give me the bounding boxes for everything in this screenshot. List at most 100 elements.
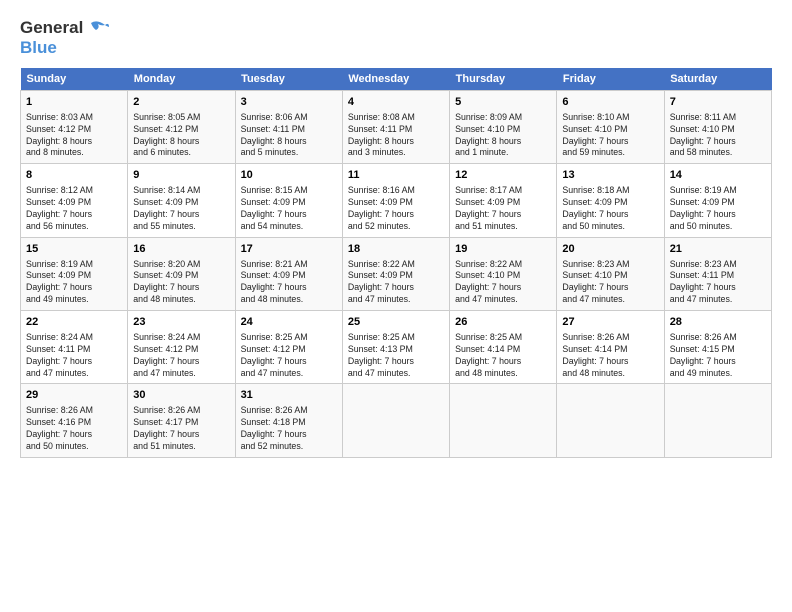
day-number: 12 <box>455 168 551 183</box>
day-number: 31 <box>241 388 337 403</box>
calendar-cell <box>557 384 664 457</box>
day-info: Sunrise: 8:09 AM Sunset: 4:10 PM Dayligh… <box>455 112 551 160</box>
day-number: 22 <box>26 315 122 330</box>
day-info: Sunrise: 8:11 AM Sunset: 4:10 PM Dayligh… <box>670 112 766 160</box>
calendar-week-row: 22 Sunrise: 8:24 AM Sunset: 4:11 PM Dayli… <box>21 311 772 384</box>
day-number: 30 <box>133 388 229 403</box>
weekday-header-wednesday: Wednesday <box>342 68 449 91</box>
logo-blue: Blue <box>20 38 57 57</box>
day-info: Sunrise: 8:21 AM Sunset: 4:09 PM Dayligh… <box>241 259 337 307</box>
day-number: 13 <box>562 168 658 183</box>
logo-bird-icon <box>87 19 109 37</box>
calendar-cell: 16 Sunrise: 8:20 AM Sunset: 4:09 PM Dayli… <box>128 237 235 310</box>
day-number: 2 <box>133 95 229 110</box>
day-number: 29 <box>26 388 122 403</box>
calendar-cell: 17 Sunrise: 8:21 AM Sunset: 4:09 PM Dayli… <box>235 237 342 310</box>
day-number: 20 <box>562 242 658 257</box>
day-info: Sunrise: 8:23 AM Sunset: 4:11 PM Dayligh… <box>670 259 766 307</box>
day-info: Sunrise: 8:20 AM Sunset: 4:09 PM Dayligh… <box>133 259 229 307</box>
day-info: Sunrise: 8:23 AM Sunset: 4:10 PM Dayligh… <box>562 259 658 307</box>
calendar-cell: 6 Sunrise: 8:10 AM Sunset: 4:10 PM Daylig… <box>557 91 664 164</box>
day-info: Sunrise: 8:25 AM Sunset: 4:12 PM Dayligh… <box>241 332 337 380</box>
day-number: 27 <box>562 315 658 330</box>
day-number: 28 <box>670 315 766 330</box>
day-info: Sunrise: 8:26 AM Sunset: 4:18 PM Dayligh… <box>241 405 337 453</box>
calendar-cell <box>342 384 449 457</box>
calendar-cell: 22 Sunrise: 8:24 AM Sunset: 4:11 PM Dayli… <box>21 311 128 384</box>
weekday-header-row: SundayMondayTuesdayWednesdayThursdayFrid… <box>21 68 772 91</box>
day-info: Sunrise: 8:24 AM Sunset: 4:12 PM Dayligh… <box>133 332 229 380</box>
calendar-cell: 8 Sunrise: 8:12 AM Sunset: 4:09 PM Daylig… <box>21 164 128 237</box>
calendar-week-row: 29 Sunrise: 8:26 AM Sunset: 4:16 PM Dayli… <box>21 384 772 457</box>
calendar-cell: 21 Sunrise: 8:23 AM Sunset: 4:11 PM Dayli… <box>664 237 771 310</box>
day-number: 17 <box>241 242 337 257</box>
calendar-cell <box>664 384 771 457</box>
day-info: Sunrise: 8:26 AM Sunset: 4:14 PM Dayligh… <box>562 332 658 380</box>
day-number: 7 <box>670 95 766 110</box>
calendar-table: SundayMondayTuesdayWednesdayThursdayFrid… <box>20 68 772 458</box>
calendar-cell: 15 Sunrise: 8:19 AM Sunset: 4:09 PM Dayli… <box>21 237 128 310</box>
header: General Blue <box>20 18 772 58</box>
day-info: Sunrise: 8:26 AM Sunset: 4:16 PM Dayligh… <box>26 405 122 453</box>
day-number: 18 <box>348 242 444 257</box>
day-number: 8 <box>26 168 122 183</box>
calendar-cell: 18Sunrise: 8:22 AM Sunset: 4:09 PM Dayli… <box>342 237 449 310</box>
calendar-cell: 3 Sunrise: 8:06 AM Sunset: 4:11 PM Daylig… <box>235 91 342 164</box>
day-info: Sunrise: 8:22 AM Sunset: 4:10 PM Dayligh… <box>455 259 551 307</box>
day-info: Sunrise: 8:15 AM Sunset: 4:09 PM Dayligh… <box>241 185 337 233</box>
day-info: Sunrise: 8:14 AM Sunset: 4:09 PM Dayligh… <box>133 185 229 233</box>
day-info: Sunrise: 8:25 AM Sunset: 4:13 PM Dayligh… <box>348 332 444 380</box>
calendar-cell: 13Sunrise: 8:18 AM Sunset: 4:09 PM Dayli… <box>557 164 664 237</box>
calendar-cell: 28 Sunrise: 8:26 AM Sunset: 4:15 PM Dayli… <box>664 311 771 384</box>
calendar-week-row: 8 Sunrise: 8:12 AM Sunset: 4:09 PM Daylig… <box>21 164 772 237</box>
day-info: Sunrise: 8:10 AM Sunset: 4:10 PM Dayligh… <box>562 112 658 160</box>
day-info: Sunrise: 8:06 AM Sunset: 4:11 PM Dayligh… <box>241 112 337 160</box>
day-number: 9 <box>133 168 229 183</box>
day-info: Sunrise: 8:16 AM Sunset: 4:09 PM Dayligh… <box>348 185 444 233</box>
calendar-cell: 12Sunrise: 8:17 AM Sunset: 4:09 PM Dayli… <box>450 164 557 237</box>
calendar-cell: 2 Sunrise: 8:05 AM Sunset: 4:12 PM Daylig… <box>128 91 235 164</box>
day-number: 26 <box>455 315 551 330</box>
calendar-cell: 11 Sunrise: 8:16 AM Sunset: 4:09 PM Dayli… <box>342 164 449 237</box>
day-info: Sunrise: 8:12 AM Sunset: 4:09 PM Dayligh… <box>26 185 122 233</box>
calendar-cell: 30 Sunrise: 8:26 AM Sunset: 4:17 PM Dayli… <box>128 384 235 457</box>
day-number: 21 <box>670 242 766 257</box>
day-number: 11 <box>348 168 444 183</box>
day-number: 15 <box>26 242 122 257</box>
weekday-header-sunday: Sunday <box>21 68 128 91</box>
calendar-cell: 19 Sunrise: 8:22 AM Sunset: 4:10 PM Dayli… <box>450 237 557 310</box>
day-number: 10 <box>241 168 337 183</box>
day-info: Sunrise: 8:03 AM Sunset: 4:12 PM Dayligh… <box>26 112 122 160</box>
day-number: 19 <box>455 242 551 257</box>
day-number: 6 <box>562 95 658 110</box>
day-info: Sunrise: 8:19 AM Sunset: 4:09 PM Dayligh… <box>670 185 766 233</box>
weekday-header-saturday: Saturday <box>664 68 771 91</box>
day-number: 24 <box>241 315 337 330</box>
day-info: Sunrise: 8:24 AM Sunset: 4:11 PM Dayligh… <box>26 332 122 380</box>
day-number: 23 <box>133 315 229 330</box>
day-number: 14 <box>670 168 766 183</box>
calendar-body: 1Sunrise: 8:03 AM Sunset: 4:12 PM Daylig… <box>21 91 772 458</box>
day-info: Sunrise: 8:26 AM Sunset: 4:15 PM Dayligh… <box>670 332 766 380</box>
calendar-cell: 27 Sunrise: 8:26 AM Sunset: 4:14 PM Dayli… <box>557 311 664 384</box>
day-info: Sunrise: 8:05 AM Sunset: 4:12 PM Dayligh… <box>133 112 229 160</box>
day-number: 4 <box>348 95 444 110</box>
calendar-cell: 24 Sunrise: 8:25 AM Sunset: 4:12 PM Dayli… <box>235 311 342 384</box>
weekday-header-tuesday: Tuesday <box>235 68 342 91</box>
day-number: 3 <box>241 95 337 110</box>
calendar-cell: 10 Sunrise: 8:15 AM Sunset: 4:09 PM Dayli… <box>235 164 342 237</box>
calendar-cell: 25Sunrise: 8:25 AM Sunset: 4:13 PM Dayli… <box>342 311 449 384</box>
day-number: 5 <box>455 95 551 110</box>
calendar-cell: 14 Sunrise: 8:19 AM Sunset: 4:09 PM Dayli… <box>664 164 771 237</box>
weekday-header-friday: Friday <box>557 68 664 91</box>
day-info: Sunrise: 8:26 AM Sunset: 4:17 PM Dayligh… <box>133 405 229 453</box>
calendar-cell <box>450 384 557 457</box>
calendar-header: SundayMondayTuesdayWednesdayThursdayFrid… <box>21 68 772 91</box>
day-number: 16 <box>133 242 229 257</box>
calendar-cell: 29 Sunrise: 8:26 AM Sunset: 4:16 PM Dayli… <box>21 384 128 457</box>
calendar-cell: 23 Sunrise: 8:24 AM Sunset: 4:12 PM Dayli… <box>128 311 235 384</box>
day-info: Sunrise: 8:19 AM Sunset: 4:09 PM Dayligh… <box>26 259 122 307</box>
calendar-cell: 5 Sunrise: 8:09 AM Sunset: 4:10 PM Daylig… <box>450 91 557 164</box>
calendar-cell: 31 Sunrise: 8:26 AM Sunset: 4:18 PM Dayli… <box>235 384 342 457</box>
calendar-cell: 20 Sunrise: 8:23 AM Sunset: 4:10 PM Dayli… <box>557 237 664 310</box>
